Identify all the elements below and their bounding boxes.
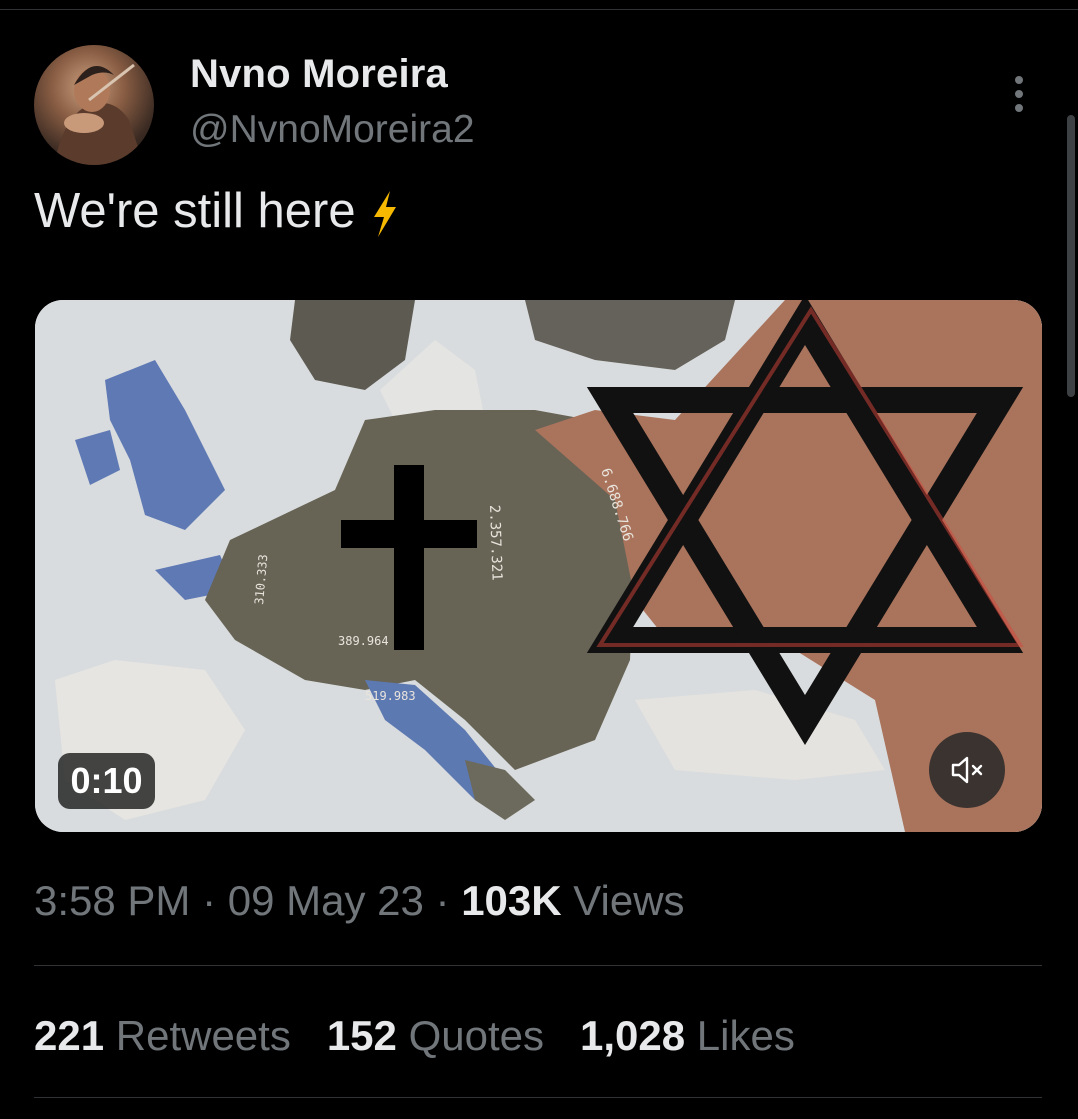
tweet-date[interactable]: 09 May 23 xyxy=(228,877,424,924)
views-label: Views xyxy=(573,877,685,924)
more-dot-icon xyxy=(1015,90,1023,98)
speaker-muted-icon xyxy=(951,756,983,784)
author-handle[interactable]: @NvnoMoreira2 xyxy=(190,108,475,152)
scrollbar-thumb[interactable] xyxy=(1067,115,1075,397)
views-count: 103K xyxy=(461,877,562,924)
retweets-count: 221 xyxy=(34,1012,105,1059)
map-label: 2.357.321 xyxy=(486,505,505,581)
divider xyxy=(34,1097,1042,1098)
map-label: 389.964 xyxy=(338,634,389,648)
likes-label: Likes xyxy=(696,1012,795,1059)
mute-toggle-button[interactable] xyxy=(929,732,1005,808)
meta-separator: · xyxy=(423,877,462,924)
tweet-time[interactable]: 3:58 PM xyxy=(34,877,190,924)
avatar[interactable] xyxy=(34,45,154,165)
retweets-stat[interactable]: 221 Retweets xyxy=(34,1012,291,1060)
engagement-stats: 221 Retweets 152 Quotes 1,028 Likes xyxy=(34,1012,831,1060)
tweet-meta: 3:58 PM · 09 May 23 · 103K Views xyxy=(34,877,685,925)
top-divider xyxy=(0,9,1078,10)
lightning-bolt-icon xyxy=(368,189,402,239)
meta-separator: · xyxy=(190,877,228,924)
tweet-text-content: We're still here xyxy=(34,184,356,238)
retweets-label: Retweets xyxy=(115,1012,291,1059)
more-dot-icon xyxy=(1015,76,1023,84)
likes-stat[interactable]: 1,028 Likes xyxy=(580,1012,795,1060)
more-dot-icon xyxy=(1015,104,1023,112)
more-options-button[interactable] xyxy=(1002,72,1036,116)
quotes-stat[interactable]: 152 Quotes xyxy=(327,1012,544,1060)
video-player[interactable]: 6.688.766 2.357.321 389.964 519.983 310.… xyxy=(35,300,1042,832)
likes-count: 1,028 xyxy=(580,1012,686,1059)
map-label: 519.983 xyxy=(365,689,416,703)
tweet-text: We're still here xyxy=(34,183,402,239)
quotes-count: 152 xyxy=(326,1012,397,1059)
divider xyxy=(34,965,1042,966)
author-display-name[interactable]: Nvno Moreira xyxy=(190,52,448,97)
video-duration-badge: 0:10 xyxy=(58,753,155,809)
quotes-label: Quotes xyxy=(408,1012,544,1059)
